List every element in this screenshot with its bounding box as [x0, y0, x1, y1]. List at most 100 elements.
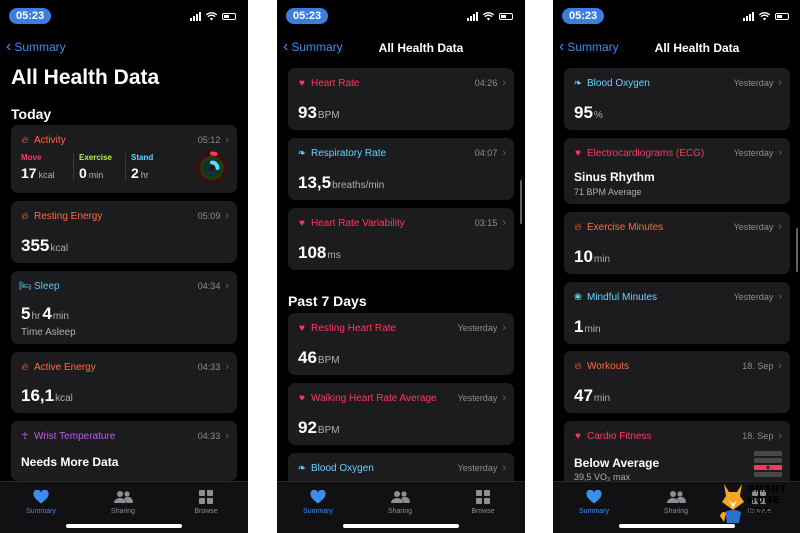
card-wrist-temperature[interactable]: ☥ Wrist Temperature 04:33 › Needs More D… — [11, 421, 237, 481]
flame-icon: 🔥︎ — [21, 361, 29, 373]
tab-summary[interactable]: Summary — [11, 488, 71, 515]
heart-icon — [310, 490, 326, 504]
people-icon — [391, 491, 410, 503]
wifi-icon — [759, 12, 770, 21]
wifi-icon — [483, 12, 494, 21]
nav-title: All Health Data — [654, 41, 740, 55]
chevron-right-icon: › — [502, 217, 506, 229]
status-bar: 05:23 — [277, 6, 525, 26]
chevron-right-icon: › — [502, 462, 506, 474]
heart-icon: ♥ — [299, 77, 305, 89]
card-value: 92BPM — [298, 418, 340, 437]
chevron-right-icon: › — [502, 147, 506, 159]
card-value: 1min — [574, 317, 601, 336]
card-exercise-minutes[interactable]: 🔥︎ Exercise Minutes Yesterday › 10min — [564, 212, 790, 274]
lungs-icon: ❧ — [573, 77, 583, 89]
exercise-stat: Exercise 0 min — [73, 153, 125, 181]
chevron-left-icon: ‹ — [6, 38, 12, 55]
fox-logo-icon — [720, 484, 744, 523]
screen-all-health-data-2: 05:23 ‹ Summary All Health Data ♥ Heart R… — [277, 0, 525, 533]
smart-home-fox-watermark: SMART HOME FOX — [718, 478, 798, 528]
home-indicator[interactable] — [343, 524, 459, 528]
chevron-right-icon: › — [778, 221, 782, 233]
card-activity[interactable]: 🔥︎ Activity 05:12 › Move 17 kcal Exercise… — [11, 125, 237, 193]
card-walking-heart-rate[interactable]: ♥ Walking Heart Rate Average Yesterday ›… — [288, 383, 514, 445]
battery-icon — [222, 13, 236, 20]
card-ecg[interactable]: ♥ Electrocardiograms (ECG) Yesterday › S… — [564, 138, 790, 204]
card-value: Needs More Data — [21, 455, 119, 469]
tab-summary[interactable]: Summary — [564, 488, 624, 515]
chevron-left-icon: ‹ — [559, 38, 565, 55]
chevron-right-icon: › — [225, 134, 229, 146]
cellular-signal-icon — [743, 12, 754, 21]
card-value: 10min — [574, 247, 611, 266]
card-resting-energy[interactable]: 🔥︎ Resting Energy 05:09 › 355kcal — [11, 201, 237, 263]
card-value: 93BPM — [298, 103, 340, 122]
tab-summary[interactable]: Summary — [288, 488, 348, 515]
home-indicator[interactable] — [66, 524, 182, 528]
card-mindful-minutes[interactable]: ❀ Mindful Minutes Yesterday › 1min — [564, 282, 790, 344]
screen-summary-today: 05:23 ‹ Summary All Health Data Today 🔥︎ … — [0, 0, 248, 533]
people-icon — [114, 491, 133, 503]
lungs-icon: ❧ — [297, 147, 307, 159]
card-value: 108ms — [298, 243, 341, 262]
battery-icon — [775, 13, 789, 20]
scrollbar[interactable] — [796, 228, 798, 272]
tab-sharing[interactable]: Sharing — [646, 488, 706, 515]
card-subtitle: Time Asleep — [21, 327, 76, 338]
card-value: Below Average — [574, 456, 660, 470]
stand-stat: Stand 2 hr — [125, 153, 177, 181]
back-button-summary[interactable]: ‹ Summary — [6, 38, 66, 55]
heart-icon — [33, 490, 49, 504]
nav-title: All Health Data — [378, 41, 464, 55]
card-heart-rate[interactable]: ♥ Heart Rate 04:26 › 93BPM — [288, 68, 514, 130]
status-bar: 05:23 — [553, 6, 800, 26]
wifi-icon — [206, 12, 217, 21]
status-time: 05:23 — [9, 8, 52, 24]
heart-icon — [586, 490, 602, 504]
move-stat: Move 17 kcal — [21, 153, 55, 181]
card-workouts[interactable]: 🔥︎ Workouts 18. Sep › 47min — [564, 351, 790, 413]
flame-icon: 🔥︎ — [21, 134, 29, 146]
chevron-right-icon: › — [778, 360, 782, 372]
activity-rings-icon — [195, 151, 229, 185]
tab-bar: Summary Sharing Browse — [277, 481, 525, 533]
tab-browse[interactable]: Browse — [176, 488, 236, 515]
card-title: Activity — [34, 134, 66, 146]
battery-icon — [499, 13, 513, 20]
status-bar: 05:23 — [0, 6, 248, 26]
card-sleep[interactable]: 🛏︎ Sleep 04:34 › 5hr 4min Time Asleep — [11, 271, 237, 344]
chevron-right-icon: › — [502, 322, 506, 334]
card-resting-heart-rate[interactable]: ♥ Resting Heart Rate Yesterday › 46BPM — [288, 313, 514, 375]
card-active-energy[interactable]: 🔥︎ Active Energy 04:33 › 16,1kcal — [11, 352, 237, 413]
card-value: 95% — [574, 103, 603, 122]
status-time: 05:23 — [286, 8, 329, 24]
card-value: Sinus Rhythm — [574, 170, 655, 184]
card-blood-oxygen[interactable]: ❧ Blood Oxygen Yesterday › 95% — [564, 68, 790, 130]
tab-sharing[interactable]: Sharing — [370, 488, 430, 515]
chevron-right-icon: › — [225, 430, 229, 442]
tab-bar: Summary Sharing Browse — [0, 481, 248, 533]
tab-browse[interactable]: Browse — [453, 488, 513, 515]
heart-icon: ♥ — [575, 430, 581, 442]
chevron-right-icon: › — [225, 210, 229, 222]
section-header-today: Today — [11, 106, 52, 122]
card-value: 47min — [574, 386, 611, 405]
card-value: 46BPM — [298, 348, 340, 367]
scrollbar[interactable] — [520, 180, 522, 224]
screen-all-health-data-3: 05:23 ‹ Summary All Health Data ❧ Blood O… — [553, 0, 800, 533]
card-value: 16,1kcal — [21, 386, 73, 405]
heart-icon: ♥ — [299, 322, 305, 334]
bed-icon: 🛏︎ — [19, 280, 32, 292]
chevron-right-icon: › — [778, 291, 782, 303]
card-respiratory-rate[interactable]: ❧ Respiratory Rate 04:07 › 13,5breaths/m… — [288, 138, 514, 200]
section-header-past-7-days: Past 7 Days — [288, 293, 367, 309]
people-icon — [667, 491, 686, 503]
card-heart-rate-variability[interactable]: ♥ Heart Rate Variability 03:15 › 108ms — [288, 208, 514, 270]
chevron-right-icon: › — [502, 392, 506, 404]
heart-icon: ♥ — [575, 147, 581, 159]
flame-icon: 🔥︎ — [21, 210, 29, 222]
tab-sharing[interactable]: Sharing — [93, 488, 153, 515]
chevron-right-icon: › — [778, 430, 782, 442]
chevron-right-icon: › — [225, 361, 229, 373]
